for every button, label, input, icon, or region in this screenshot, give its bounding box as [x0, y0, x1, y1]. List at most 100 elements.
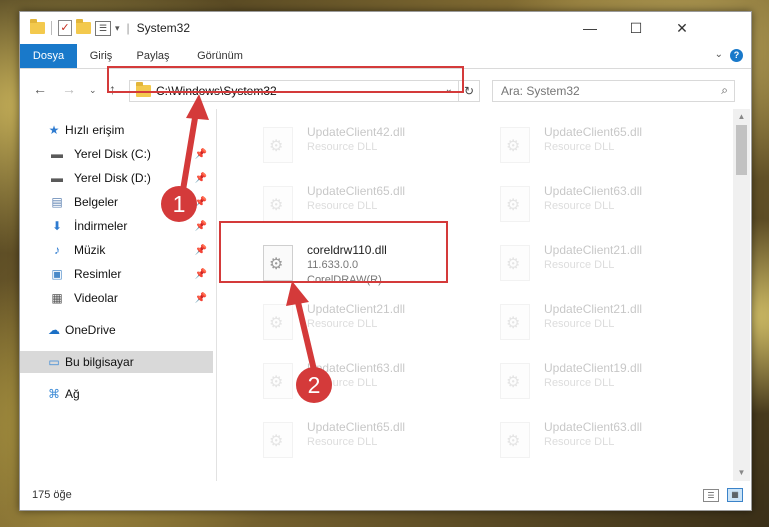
dll-file-icon	[500, 245, 530, 281]
view-options-icon[interactable]: ☰	[95, 20, 111, 36]
sidebar-item[interactable]: ▬ Yerel Disk (C:) 📌	[20, 143, 213, 165]
new-folder-icon[interactable]	[76, 19, 91, 34]
maximize-button[interactable]: ☐	[613, 12, 659, 44]
step-2-badge: 2	[296, 367, 332, 403]
help-icon[interactable]: ?	[730, 49, 743, 62]
file-item[interactable]: UpdateClient63.dllResource DLL	[492, 414, 712, 462]
document-icon: ▤	[51, 195, 63, 209]
file-detail: Resource DLL	[307, 141, 378, 153]
close-button[interactable]: ✕	[659, 12, 705, 44]
file-detail: Resource DLL	[307, 200, 378, 212]
pin-icon[interactable]: 📌	[195, 173, 207, 184]
file-name: UpdateClient19.dll	[544, 361, 643, 375]
sidebar-item[interactable]: ▦ Videolar 📌	[20, 287, 213, 309]
dll-file-icon	[500, 363, 530, 399]
file-item[interactable]: UpdateClient21.dll Resource DLL	[492, 237, 712, 285]
file-item[interactable]: UpdateClient65.dllResource DLL	[255, 414, 475, 462]
pin-icon[interactable]: 📌	[195, 293, 207, 304]
title-separator: |	[126, 21, 130, 35]
window-title: System32	[136, 21, 191, 35]
search-box[interactable]: ⌕	[492, 80, 735, 102]
sidebar-item[interactable]: ★ Hızlı erişim	[20, 119, 213, 141]
file-name: coreldrw110.dll	[307, 243, 387, 257]
tiles-view-icon[interactable]: ▦	[727, 488, 743, 502]
forward-button[interactable]: →	[62, 81, 76, 97]
address-path[interactable]: C:\Windows\System32	[156, 84, 277, 98]
sidebar-item[interactable]: ⌘ Ağ	[20, 383, 213, 405]
item-count: 175 öğe	[32, 489, 72, 501]
file-item[interactable]: UpdateClient65.dllResource DLL	[492, 473, 712, 481]
address-bar[interactable]: C:\Windows\System32 ⌄ ↻	[129, 80, 480, 102]
details-view-icon[interactable]: ☰	[703, 489, 719, 502]
up-button[interactable]: ↑	[109, 81, 116, 97]
file-item[interactable]: UpdateClient63.dllResource DLL	[492, 178, 712, 226]
file-item[interactable]: UpdateClient65.dllResource DLL	[255, 473, 475, 481]
file-name: UpdateClient21.dll	[544, 243, 643, 257]
expand-ribbon-icon[interactable]: ⌄	[715, 49, 723, 60]
file-detail: Resource DLL	[544, 259, 615, 271]
search-input[interactable]	[499, 83, 703, 99]
address-dropdown-icon[interactable]: ⌄	[445, 84, 453, 95]
sidebar-item-label: Yerel Disk (D:)	[74, 171, 151, 185]
file-item[interactable]: UpdateClient19.dll Resource DLL	[492, 355, 712, 403]
file-name: UpdateClient21.dll	[544, 302, 643, 316]
file-name: UpdateClient65.dll	[544, 125, 643, 139]
cloud-icon: ☁	[48, 323, 60, 337]
sidebar-item-label: Resimler	[74, 267, 122, 281]
file-item[interactable]: UpdateClient65.dll Resource DLL	[255, 178, 475, 226]
search-icon[interactable]: ⌕	[721, 83, 728, 98]
tab-share[interactable]: Paylaş	[131, 44, 175, 68]
step-1-badge: 1	[161, 186, 197, 222]
sidebar-item[interactable]: ▭ Bu bilgisayar	[20, 351, 213, 373]
scroll-thumb[interactable]	[736, 125, 747, 175]
sidebar-item[interactable]: ▬ Yerel Disk (D:) 📌	[20, 167, 213, 189]
dll-file-icon	[263, 422, 293, 458]
download-icon: ⬇	[51, 219, 63, 233]
file-name: UpdateClient21.dll	[307, 302, 406, 316]
file-item-coreldrw[interactable]: coreldrw110.dll 11.633.0.0 CorelDRAW(R)	[255, 237, 475, 286]
scroll-down-button[interactable]: ▼	[733, 465, 750, 481]
customize-toolbar-icon[interactable]: ▾	[115, 23, 120, 34]
vertical-scrollbar[interactable]: ▲ ▼	[733, 109, 750, 481]
dll-file-icon	[500, 304, 530, 340]
sidebar-item-label: Müzik	[74, 243, 106, 257]
minimize-button[interactable]: —	[567, 12, 613, 44]
scroll-up-button[interactable]: ▲	[733, 109, 750, 125]
file-item[interactable]: UpdateClient21.dll Resource DLL	[492, 296, 712, 344]
sidebar-item[interactable]: ☁ OneDrive	[20, 319, 213, 341]
dll-file-icon	[500, 127, 530, 163]
dll-file-icon	[500, 186, 530, 222]
file-item[interactable]: UpdateClient42.dll Resource DLL	[255, 119, 475, 167]
tab-home[interactable]: Giriş	[82, 44, 120, 68]
dll-file-icon	[263, 363, 293, 399]
pin-icon[interactable]: 📌	[195, 221, 207, 232]
file-name: UpdateClient65.dll	[307, 184, 406, 198]
file-item[interactable]: UpdateClient65.dllResource DLL	[492, 119, 712, 167]
sidebar-item-label: Belgeler	[74, 195, 119, 209]
file-detail: 11.633.0.0	[307, 259, 359, 271]
sidebar-item[interactable]: ▣ Resimler 📌	[20, 263, 213, 285]
dll-file-icon	[263, 304, 293, 340]
file-name: UpdateClient42.dll	[307, 125, 406, 139]
refresh-button[interactable]: ↻	[458, 81, 479, 101]
recent-locations-icon[interactable]: ⌄	[89, 85, 97, 96]
back-button[interactable]: ←	[33, 81, 47, 97]
properties-check-icon[interactable]: ✓	[58, 20, 72, 36]
sidebar-item-label: Yerel Disk (C:)	[74, 147, 151, 161]
dll-file-icon	[263, 245, 293, 281]
file-detail: Resource DLL	[544, 377, 615, 389]
sidebar-item[interactable]: ♪ Müzik 📌	[20, 239, 213, 261]
file-explorer-window: ✓ ☰ ▾ | System32 — ☐ ✕ Dosya Giriş Payla…	[19, 11, 752, 511]
navigation-pane: ★ Hızlı erişim ▬ Yerel Disk (C:) 📌 ▬ Yerel Dis…	[20, 109, 215, 481]
tab-file[interactable]: Dosya	[20, 44, 77, 68]
tab-view[interactable]: Görünüm	[187, 44, 253, 68]
file-company: CorelDRAW(R)	[307, 274, 382, 286]
file-item[interactable]: UpdateClient21.dll Resource DLL	[255, 296, 475, 344]
network-icon: ⌘	[48, 387, 60, 401]
pin-icon[interactable]: 📌	[195, 269, 207, 280]
file-item[interactable]: UpdateClient63.dllResource DLL	[255, 355, 475, 403]
pin-icon[interactable]: 📌	[195, 149, 207, 160]
pictures-icon: ▣	[51, 267, 63, 281]
file-detail: Resource DLL	[307, 436, 378, 448]
pin-icon[interactable]: 📌	[195, 245, 207, 256]
